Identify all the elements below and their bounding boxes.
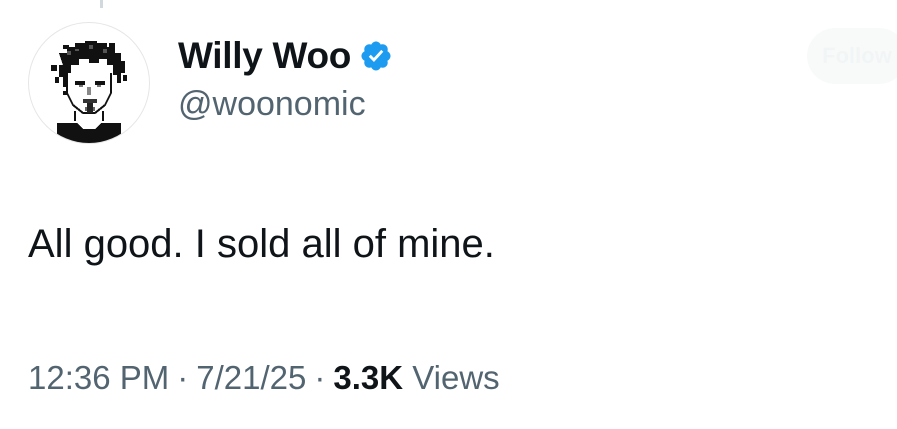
tweet-text: All good. I sold all of mine. [28, 222, 495, 266]
avatar[interactable] [28, 22, 150, 144]
follow-button[interactable]: Follow [807, 28, 897, 84]
tweet-date[interactable]: 7/21/25 [196, 359, 306, 396]
author-name-row: Willy Woo [178, 34, 393, 78]
verified-badge-icon [359, 39, 393, 73]
thread-connector-line [100, 0, 103, 8]
meta-separator: · [314, 359, 326, 396]
views-count: 3.3K [333, 359, 404, 396]
meta-separator: · [177, 359, 189, 396]
views-label: Views [412, 359, 500, 396]
tweet-meta: 12:36 PM · 7/21/25 · 3.3K Views [28, 356, 500, 400]
tweet-time[interactable]: 12:36 PM [28, 359, 169, 396]
author-display-name[interactable]: Willy Woo [178, 34, 351, 78]
author-handle[interactable]: @woonomic [178, 82, 366, 126]
pixel-portrait-avatar-icon [51, 41, 127, 143]
